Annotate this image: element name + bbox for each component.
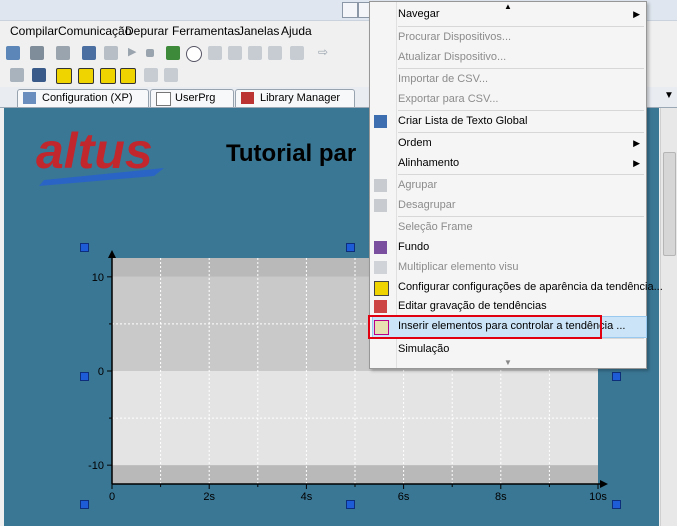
scroll-down-icon[interactable]: ▼ <box>504 358 512 367</box>
chart-icon[interactable] <box>10 68 24 82</box>
login-icon[interactable] <box>6 46 20 60</box>
x-tick-label: 4s <box>301 491 313 503</box>
trend-record-icon <box>374 300 387 313</box>
menu-item-procurar-dispositivos[interactable]: Procurar Dispositivos... <box>370 28 646 48</box>
menu-item-atualizar-dispositivo[interactable]: Atualizar Dispositivo... <box>370 48 646 68</box>
highlight-callout-box <box>368 315 602 339</box>
altus-logo: altus <box>34 120 184 190</box>
y-tick-label: 10 <box>92 272 104 284</box>
align-left-icon[interactable] <box>56 68 72 84</box>
rebuild-icon[interactable] <box>104 46 118 60</box>
page-title: Tutorial par <box>226 140 357 167</box>
text-list-icon <box>374 115 387 128</box>
menu-item-importar-csv[interactable]: Importar de CSV... <box>370 70 646 90</box>
menu-separator <box>398 216 644 217</box>
selection-handle[interactable] <box>80 243 89 252</box>
tab-label: Library Manager <box>260 92 341 104</box>
step-over-icon[interactable] <box>248 46 262 60</box>
tab-label: Configuration (XP) <box>42 92 133 104</box>
selection-handle[interactable] <box>80 500 89 509</box>
breakpoint-icon[interactable] <box>290 46 304 60</box>
menu-depurar[interactable]: Depurar <box>125 24 168 38</box>
context-menu: ▲ Navegar ▶ Procurar Dispositivos... Atua… <box>369 1 663 369</box>
program-icon <box>156 92 171 106</box>
group-icon <box>374 179 387 192</box>
svg-text:altus: altus <box>36 123 153 179</box>
selection-handle[interactable] <box>612 372 621 381</box>
menu-item-desagrupar[interactable]: Desagrupar <box>370 196 646 216</box>
menu-ferramentas[interactable]: Ferramentas <box>172 24 240 38</box>
menu-ajuda[interactable]: Ajuda <box>281 24 312 38</box>
menu-separator <box>398 174 644 175</box>
ungroup-icon <box>374 199 387 212</box>
align-right-icon[interactable] <box>100 68 116 84</box>
menu-separator <box>398 68 644 69</box>
selection-handle[interactable] <box>612 500 621 509</box>
x-axis-arrow-icon <box>600 480 608 488</box>
menu-item-selecao-frame[interactable]: Seleção Frame <box>370 218 646 238</box>
device-icon <box>23 92 36 104</box>
menu-item-agrupar[interactable]: Agrupar <box>370 176 646 196</box>
multiply-icon <box>374 261 387 274</box>
play-icon[interactable]: ▶ <box>128 45 136 58</box>
menu-item-ordem[interactable]: Ordem ▶ <box>370 134 646 154</box>
build-icon[interactable] <box>82 46 96 60</box>
selection-handle[interactable] <box>346 243 355 252</box>
menu-item-navegar[interactable]: Navegar ▶ <box>370 5 646 25</box>
group-icon[interactable] <box>144 68 158 82</box>
selection-handle[interactable] <box>80 372 89 381</box>
menu-compilar[interactable]: Compilar <box>10 24 58 38</box>
step-icon[interactable] <box>208 46 222 60</box>
menu-item-multiplicar-elemento[interactable]: Multiplicar elemento visu <box>370 258 646 278</box>
x-tick-label: 2s <box>203 491 215 503</box>
open-icon[interactable] <box>56 46 70 60</box>
ungroup-icon[interactable] <box>164 68 178 82</box>
tab-list-dropdown-icon[interactable]: ▼ <box>664 90 674 101</box>
stop-icon[interactable] <box>146 49 154 57</box>
step-into-icon[interactable] <box>228 46 242 60</box>
tab-configuration[interactable]: Configuration (XP) <box>17 89 149 107</box>
trend-config-icon <box>374 281 389 296</box>
tab-library-manager[interactable]: Library Manager <box>235 89 355 107</box>
tab-userprg[interactable]: UserPrg <box>150 89 234 107</box>
x-tick-label: 6s <box>398 491 410 503</box>
menu-item-alinhamento[interactable]: Alinhamento ▶ <box>370 154 646 174</box>
selection-handle[interactable] <box>346 500 355 509</box>
arrow-right-icon[interactable]: ⇨ <box>318 45 328 59</box>
menu-separator <box>398 132 644 133</box>
menu-separator <box>398 110 644 111</box>
tab-label: UserPrg <box>175 92 216 104</box>
window-button[interactable] <box>342 2 358 18</box>
menu-janelas[interactable]: Janelas <box>238 24 279 38</box>
scrollbar-thumb[interactable] <box>663 152 676 256</box>
library-icon <box>241 92 254 104</box>
x-tick-label: 8s <box>495 491 507 503</box>
y-tick-label: -10 <box>88 460 104 472</box>
menu-item-simulacao[interactable]: Simulação <box>370 340 646 360</box>
x-tick-label: 10s <box>589 491 607 503</box>
menu-item-editar-gravacao[interactable]: Editar gravação de tendências <box>370 297 646 317</box>
background-icon <box>374 241 387 254</box>
menu-item-criar-lista-texto[interactable]: Criar Lista de Texto Global <box>370 112 646 132</box>
submenu-arrow-icon: ▶ <box>633 9 640 19</box>
y-tick-label: 0 <box>98 366 104 378</box>
x-tick-label: 0 <box>109 491 115 503</box>
submenu-arrow-icon: ▶ <box>633 138 640 148</box>
menu-item-fundo[interactable]: Fundo <box>370 238 646 258</box>
menu-separator <box>398 26 644 27</box>
submenu-arrow-icon: ▶ <box>633 158 640 168</box>
grid-icon[interactable] <box>32 68 46 82</box>
y-axis-arrow-icon <box>108 250 116 258</box>
align-top-icon[interactable] <box>78 68 94 84</box>
menu-comunicacao[interactable]: Comunicação <box>58 24 131 38</box>
download-icon[interactable] <box>166 46 180 60</box>
align-bottom-icon[interactable] <box>120 68 136 84</box>
clock-icon[interactable] <box>186 46 202 62</box>
save-icon[interactable] <box>30 46 44 60</box>
menu-item-exportar-csv[interactable]: Exportar para CSV... <box>370 90 646 110</box>
step-out-icon[interactable] <box>268 46 282 60</box>
menu-item-configurar-aparencia[interactable]: Configurar configurações de aparência da… <box>370 278 663 298</box>
